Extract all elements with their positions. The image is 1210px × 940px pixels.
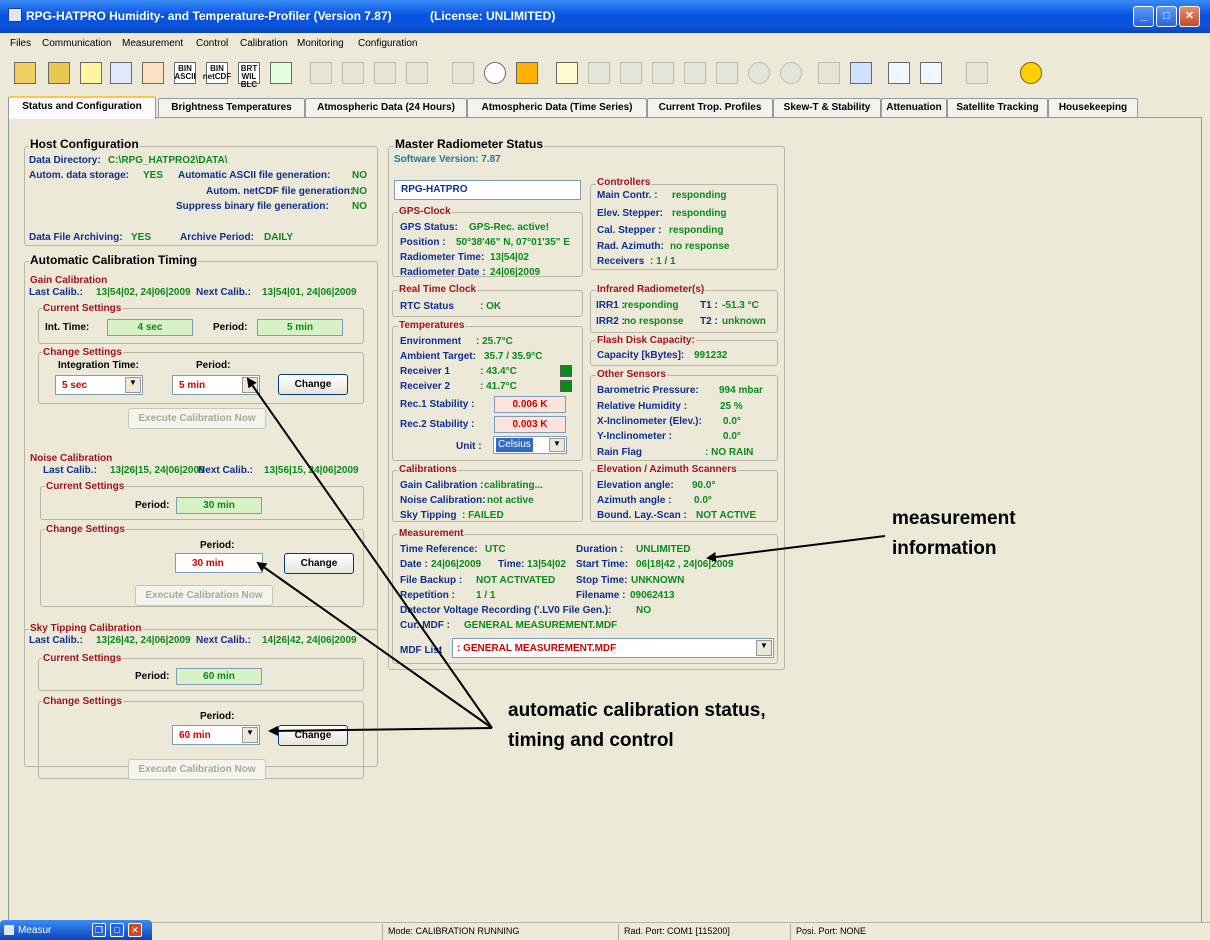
- tab-status-configuration[interactable]: Status and Configuration: [8, 96, 156, 119]
- status-separator: [618, 924, 619, 940]
- arrow-sky-icon: [268, 725, 493, 736]
- close-icon[interactable]: ✕: [128, 923, 142, 937]
- minimized-child-window[interactable]: Measur ❐ □ ✕: [0, 920, 152, 940]
- status-posi-port: Posi. Port: NONE: [796, 926, 867, 936]
- restore-icon[interactable]: ❐: [92, 923, 106, 937]
- arrow-gain-icon: [246, 377, 493, 729]
- status-separator: [382, 924, 383, 940]
- arrow-noise-icon: [256, 561, 493, 729]
- application-window: RPG-HATPRO Humidity- and Temperature-Pro…: [0, 0, 1210, 940]
- status-separator: [790, 924, 791, 940]
- arrow-measurement-icon: [706, 535, 886, 562]
- annotation-arrows: [246, 377, 886, 736]
- minimized-title: Measur: [18, 925, 52, 936]
- status-bar: Mode: CALIBRATION RUNNING Rad. Port: COM…: [0, 922, 1210, 940]
- status-mode: Mode: CALIBRATION RUNNING: [388, 926, 520, 936]
- maximize-icon[interactable]: □: [110, 923, 124, 937]
- status-rad-port: Rad. Port: COM1 [115200]: [624, 926, 730, 936]
- window-icon: [4, 925, 14, 935]
